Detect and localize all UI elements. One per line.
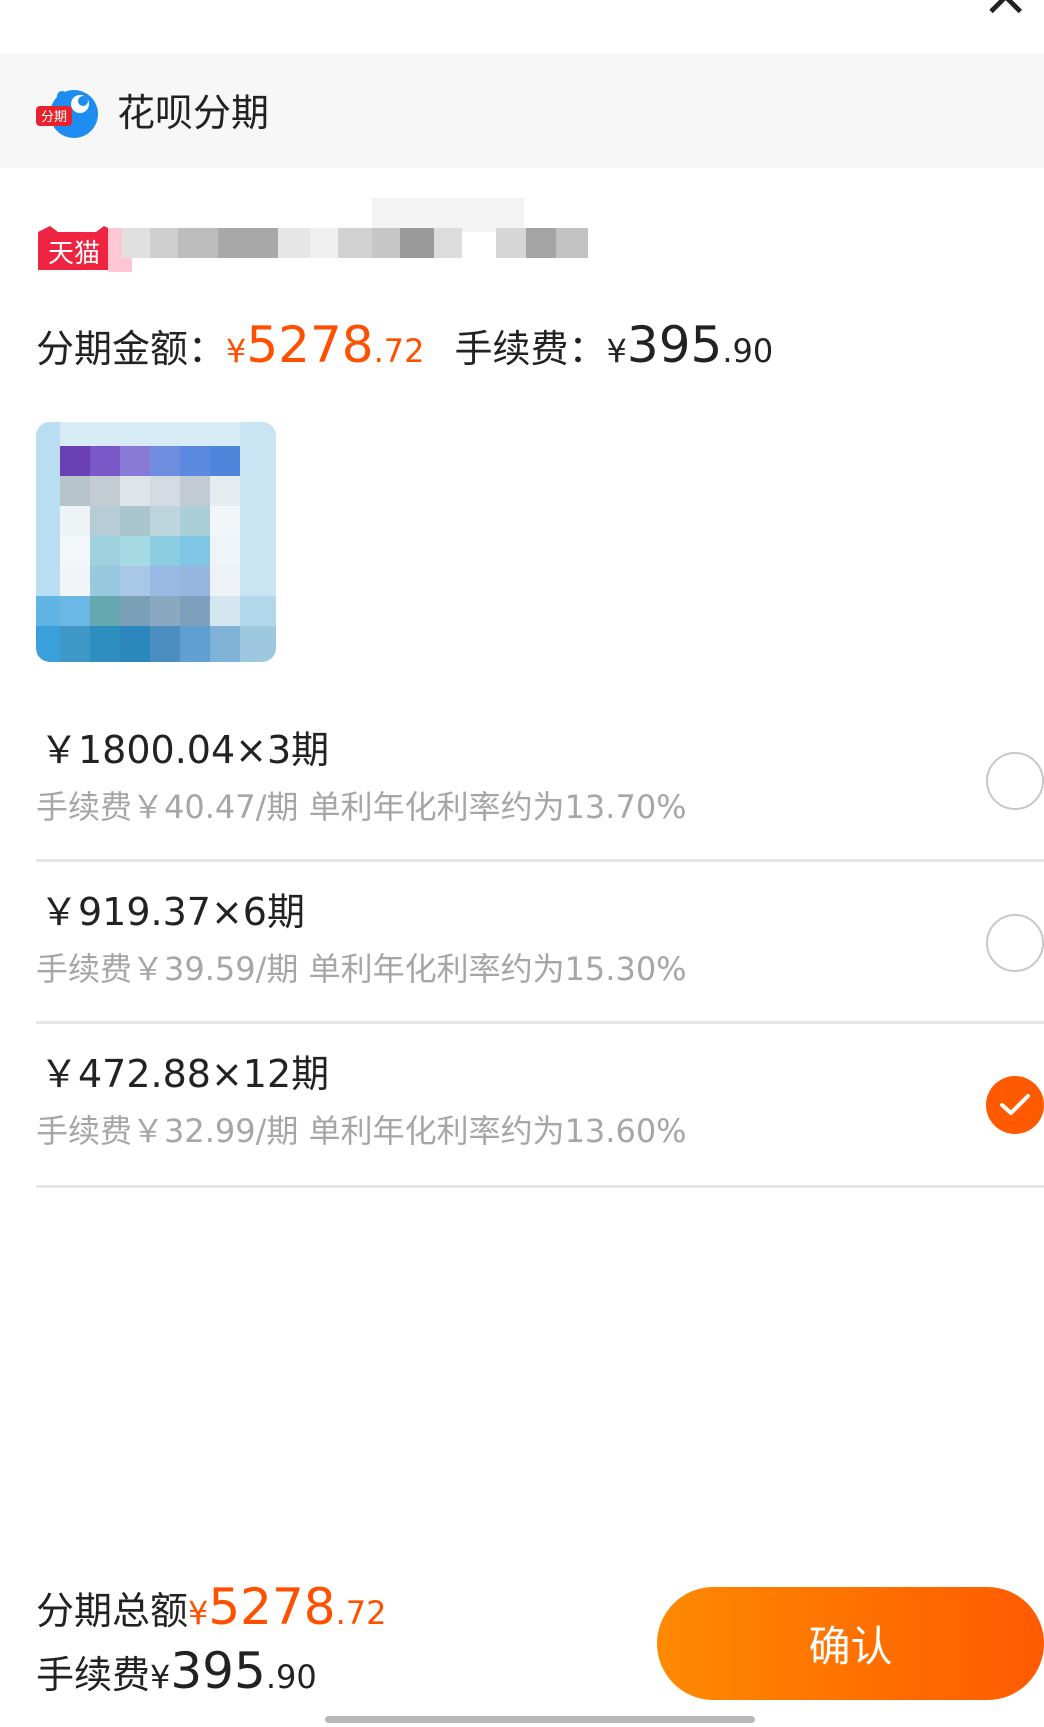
fee-currency: ¥ <box>606 332 627 370</box>
divider <box>36 1185 1044 1188</box>
plan-fee-detail: 手续费￥32.99/期 单利年化利率约为13.60% <box>36 1112 687 1150</box>
huabei-logo-icon: 分期 <box>36 90 98 138</box>
huabei-logo-text: 分期 <box>41 110 67 125</box>
principal-currency: ¥ <box>226 332 247 370</box>
radio-unchecked-icon[interactable] <box>986 914 1044 972</box>
plan-fee-detail: 手续费￥39.59/期 单利年化利率约为15.30% <box>36 950 687 988</box>
fee-amount: 395 <box>626 316 723 374</box>
home-indicator <box>325 1716 755 1723</box>
footer-fee-currency: ¥ <box>150 1658 171 1696</box>
footer-fee-amount: 395 <box>170 1642 266 1700</box>
plan-option-3[interactable]: ￥1800.04×3期 手续费￥40.47/期 单利年化利率约为13.70% <box>36 700 1044 862</box>
total-currency: ¥ <box>188 1594 209 1632</box>
plan-option-6[interactable]: ￥919.37×6期 手续费￥39.59/期 单利年化利率约为15.30% <box>36 862 1044 1024</box>
footer-fee: 手续费¥395.90 <box>36 1642 317 1706</box>
plan-amount: ￥919.37×6期 <box>40 890 305 934</box>
tmall-badge-text: 天猫 <box>48 239 100 269</box>
principal-decimal: .72 <box>373 332 425 370</box>
footer-fee-decimal: .90 <box>265 1658 317 1696</box>
total-decimal: .72 <box>335 1594 387 1632</box>
principal-label: 分期金额： <box>36 327 227 371</box>
plan-option-12[interactable]: ￥472.88×12期 手续费￥32.99/期 单利年化利率约为13.60% <box>36 1024 1044 1188</box>
principal-amount: 5278 <box>246 316 374 374</box>
amount-summary: 分期金额：¥5278.72 手续费：¥395.90 <box>36 310 773 380</box>
page-title: 花呗分期 <box>117 91 270 135</box>
radio-unchecked-icon[interactable] <box>986 752 1044 810</box>
plan-fee-detail: 手续费￥40.47/期 单利年化利率约为13.70% <box>36 788 687 826</box>
tmall-badge: 天猫 <box>38 226 132 272</box>
radio-checked-icon[interactable] <box>986 1076 1044 1134</box>
total-label: 分期总额 <box>36 1589 189 1633</box>
plan-amount: ￥1800.04×3期 <box>40 728 330 772</box>
product-thumbnail <box>36 422 276 662</box>
fee-decimal: .90 <box>722 332 774 370</box>
top-bar <box>0 0 1044 53</box>
footer-total: 分期总额¥5278.72 <box>36 1578 387 1642</box>
fee-label: 手续费： <box>454 327 607 371</box>
total-amount: 5278 <box>208 1578 336 1636</box>
confirm-button[interactable]: 确认 <box>657 1587 1044 1700</box>
close-icon[interactable]: × <box>981 0 1030 24</box>
plan-amount: ￥472.88×12期 <box>40 1052 330 1096</box>
checkmark-icon <box>1000 1094 1030 1115</box>
footer-fee-label: 手续费 <box>36 1653 151 1697</box>
